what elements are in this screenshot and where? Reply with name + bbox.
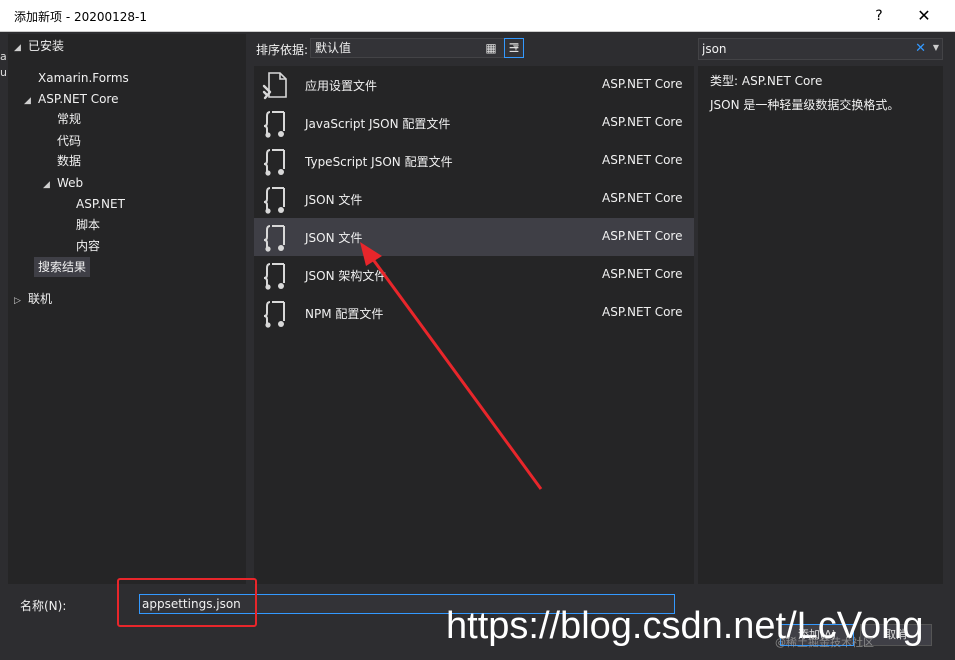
watermark-community: @稀土掘金技术社区 — [775, 636, 874, 649]
red-arrow-annotation — [360, 242, 543, 490]
